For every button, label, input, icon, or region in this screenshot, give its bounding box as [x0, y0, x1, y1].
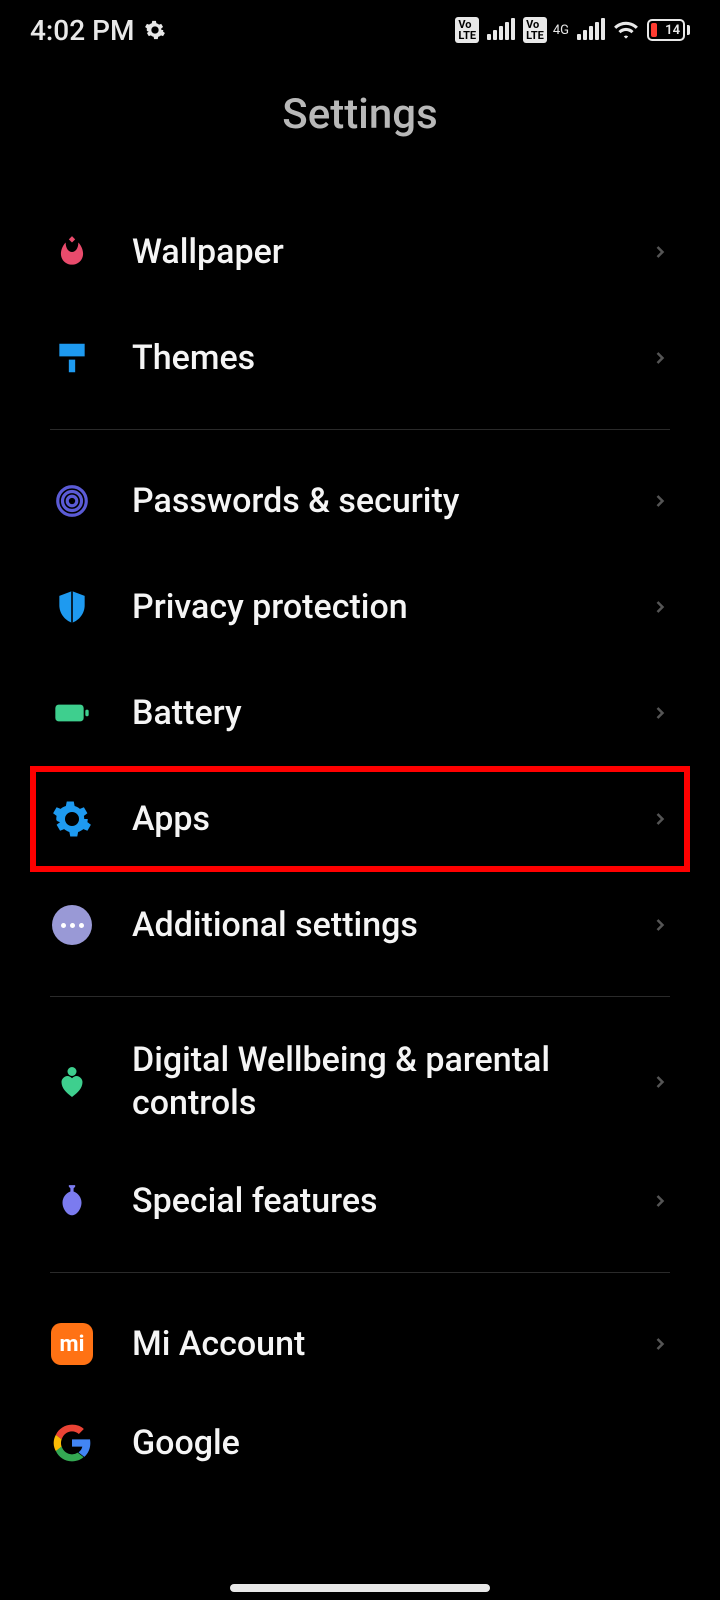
wifi-icon — [613, 17, 639, 43]
row-label: Mi Account — [132, 1323, 650, 1366]
gear-icon — [144, 19, 166, 41]
settings-row-google[interactable]: Google — [0, 1397, 720, 1465]
divider — [50, 429, 670, 430]
clock: 4:02 PM — [30, 14, 134, 47]
settings-row-wallpaper[interactable]: Wallpaper — [0, 199, 720, 305]
settings-row-themes[interactable]: Themes — [0, 305, 720, 411]
chevron-right-icon — [650, 597, 670, 617]
row-label: Wallpaper — [132, 231, 650, 274]
settings-list: Wallpaper Themes Passwords & security Pr… — [0, 199, 720, 1465]
chevron-right-icon — [650, 1072, 670, 1092]
row-label: Battery — [132, 692, 650, 735]
divider — [50, 1272, 670, 1273]
chevron-right-icon — [650, 491, 670, 511]
flask-icon — [50, 1179, 94, 1223]
settings-row-privacy[interactable]: Privacy protection — [0, 554, 720, 660]
status-left: 4:02 PM — [30, 14, 166, 47]
chevron-right-icon — [650, 809, 670, 829]
shield-icon — [50, 585, 94, 629]
mi-icon: mi — [50, 1322, 94, 1366]
battery-indicator: 14 — [647, 19, 690, 41]
settings-row-additional[interactable]: Additional settings — [0, 872, 720, 978]
volte-badge: VoLTE — [523, 17, 547, 43]
status-right: VoLTE VoLTE 4G 14 — [455, 17, 690, 43]
chevron-right-icon — [650, 915, 670, 935]
row-label: Privacy protection — [132, 586, 650, 629]
chevron-right-icon — [650, 348, 670, 368]
signal-icon — [577, 20, 605, 40]
chevron-right-icon — [650, 1334, 670, 1354]
google-icon — [50, 1421, 94, 1465]
person-heart-icon — [50, 1060, 94, 1104]
settings-row-special[interactable]: Special features — [0, 1148, 720, 1254]
settings-row-mi-account[interactable]: mi Mi Account — [0, 1291, 720, 1397]
row-label: Themes — [132, 337, 650, 380]
battery-icon — [50, 691, 94, 735]
fingerprint-icon — [50, 479, 94, 523]
divider — [50, 996, 670, 997]
row-label: Additional settings — [132, 904, 650, 947]
dots-icon — [50, 903, 94, 947]
status-bar: 4:02 PM VoLTE VoLTE 4G 14 — [0, 0, 720, 60]
row-label: Passwords & security — [132, 480, 650, 523]
volte-badge: VoLTE — [455, 17, 479, 43]
settings-row-passwords[interactable]: Passwords & security — [0, 448, 720, 554]
tulip-icon — [50, 230, 94, 274]
row-label: Google — [132, 1422, 670, 1465]
settings-row-apps[interactable]: Apps — [30, 766, 690, 872]
battery-level: 14 — [665, 23, 680, 38]
row-label: Digital Wellbeing & parental controls — [132, 1039, 650, 1124]
network-label: 4G — [553, 23, 569, 38]
paint-icon — [50, 336, 94, 380]
settings-row-wellbeing[interactable]: Digital Wellbeing & parental controls — [0, 1015, 720, 1148]
settings-row-battery[interactable]: Battery — [0, 660, 720, 766]
chevron-right-icon — [650, 1191, 670, 1211]
gear-icon — [50, 797, 94, 841]
page-title: Settings — [0, 60, 720, 199]
chevron-right-icon — [650, 242, 670, 262]
row-label: Special features — [132, 1180, 650, 1223]
signal-icon — [487, 20, 515, 40]
chevron-right-icon — [650, 703, 670, 723]
home-indicator[interactable] — [230, 1584, 490, 1592]
row-label: Apps — [132, 798, 650, 841]
